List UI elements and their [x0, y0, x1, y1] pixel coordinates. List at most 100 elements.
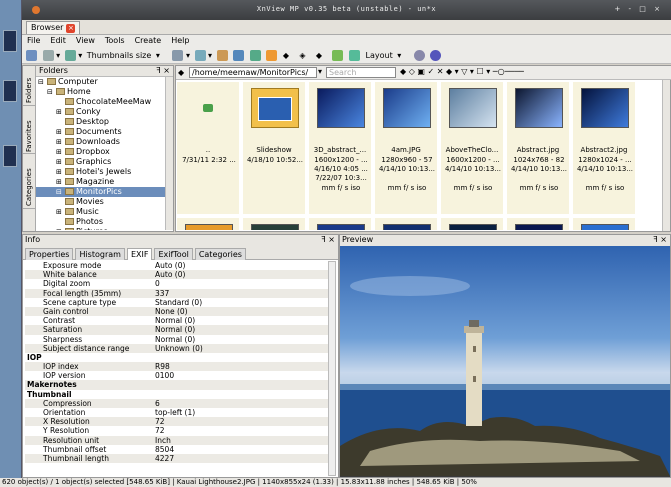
expander-icon[interactable]: ⊟ — [56, 187, 65, 197]
tag-button[interactable] — [216, 49, 229, 62]
tab-exiftool[interactable]: ExifTool — [154, 248, 193, 260]
expander-icon[interactable]: ⊞ — [56, 167, 65, 177]
side-tab-categories[interactable]: Categories — [23, 154, 36, 209]
exif-row[interactable]: Exposure mode Auto (0) — [25, 261, 330, 270]
menu-view[interactable]: View — [71, 35, 100, 45]
pane-close-icon[interactable]: ꟻ × — [653, 235, 667, 244]
preview-image[interactable] — [340, 246, 670, 476]
tree-item[interactable]: ⊞ Music — [36, 207, 165, 217]
layout-dropdown[interactable]: ▾ — [397, 49, 409, 62]
thumbnail-item[interactable]: AboveTheClo... 1600x1200 - ... 4/14/10 10:… — [440, 81, 504, 215]
nav-back-button[interactable]: ◆ — [283, 49, 295, 62]
expander-icon[interactable]: ⊟ — [47, 87, 56, 97]
expander-icon[interactable]: ⊞ — [56, 157, 65, 167]
exif-row[interactable]: Thumbnail length 4227 — [25, 453, 330, 464]
browser-toolbar-icons[interactable]: ◆ ◇ ▣ ✓ ✕ ◆ ▾ ▽ ▾ ☐ ▾ ─○──── — [400, 67, 524, 76]
exif-row[interactable]: Gain control None (0) — [25, 306, 330, 317]
thumbnail-item[interactable]: Slideshow 4/18/10 10:52... — [242, 81, 306, 215]
menu-create[interactable]: Create — [130, 35, 167, 45]
exif-row[interactable]: Y Resolution 72 — [25, 426, 330, 435]
settings-button[interactable] — [413, 49, 426, 62]
browser-scrollbar[interactable] — [662, 80, 670, 231]
exif-row[interactable]: Sharpness Normal (0) — [25, 335, 330, 344]
exif-scrollbar[interactable] — [328, 261, 336, 476]
edit-button[interactable] — [266, 49, 278, 62]
tree-item[interactable]: ⊟ Computer — [36, 77, 165, 87]
details-button[interactable]: ▾ — [194, 49, 212, 62]
exif-row[interactable]: White balance Auto (0) — [25, 270, 330, 280]
tree-item[interactable]: Photos — [36, 217, 165, 227]
menu-edit[interactable]: Edit — [45, 35, 71, 45]
refresh-button[interactable] — [332, 49, 344, 62]
tree-item[interactable]: ⊞ Pictures — [36, 227, 165, 230]
menu-file[interactable]: File — [22, 35, 45, 45]
expander-icon[interactable]: ⊞ — [56, 207, 65, 217]
window-controls[interactable]: + - □ × — [614, 5, 663, 13]
exif-row[interactable]: Orientation top-left (1) — [25, 408, 330, 417]
exif-row[interactable]: IOP index R98 — [25, 362, 330, 372]
side-tab-folders[interactable]: Folders — [23, 66, 36, 106]
thumbnail-item[interactable] — [374, 217, 438, 231]
thumbnail-item[interactable] — [506, 217, 570, 231]
expander-icon[interactable]: ⊞ — [56, 137, 65, 147]
exif-group[interactable]: Thumbnail — [25, 390, 330, 399]
menu-help[interactable]: Help — [166, 35, 194, 45]
tab-exif[interactable]: EXIF — [126, 248, 153, 260]
exif-row[interactable]: Focal length (35mm) 337 — [25, 288, 330, 298]
thumbnail-item[interactable]: Abstract2.jpg 1280x1024 - ... 4/14/10 10:1… — [572, 81, 636, 215]
thumbnail-item[interactable]: .. 7/31/11 2:32 ... — [176, 81, 240, 215]
side-tab-favorites[interactable]: Favorites — [23, 106, 36, 154]
filter-button[interactable]: ▾ — [64, 49, 82, 62]
expander-icon[interactable]: ⊞ — [56, 127, 65, 137]
tree-item[interactable]: ⊞ Graphics — [36, 157, 165, 167]
tab-properties[interactable]: Properties — [25, 248, 74, 260]
tab-categories[interactable]: Categories — [194, 248, 246, 260]
expander-icon[interactable]: ⊟ — [38, 77, 47, 87]
layout-button[interactable]: Layout — [366, 49, 393, 62]
tree-item[interactable]: ⊞ Hotei's Jewels — [36, 167, 165, 177]
exif-row[interactable]: Resolution unit Inch — [25, 435, 330, 445]
exif-row[interactable]: Contrast Normal (0) — [25, 316, 330, 325]
thumbnails-size-button[interactable]: Thumbnails size — [87, 49, 152, 62]
path-input[interactable]: /home/meemaw/MonitorPics/ — [189, 67, 317, 78]
sort-button[interactable]: ▾ — [172, 49, 190, 62]
about-button[interactable] — [430, 49, 442, 62]
fullscreen-button[interactable] — [26, 49, 38, 62]
tree-item[interactable]: ⊞ Conky — [36, 107, 165, 117]
expander-icon[interactable]: ⊞ — [56, 107, 65, 117]
exif-row[interactable]: X Resolution 72 — [25, 417, 330, 427]
exif-row[interactable]: Digital zoom 0 — [25, 279, 330, 288]
exif-row[interactable]: Saturation Normal (0) — [25, 325, 330, 335]
thumbnail-item[interactable]: 4am.JPG 1280x960 - 57 4/14/10 10:13... mm f… — [374, 81, 438, 215]
thumbnails-size-dropdown[interactable]: ▾ — [156, 49, 168, 62]
thumbnail-item[interactable] — [308, 217, 372, 231]
thumbnail-item[interactable] — [176, 217, 240, 231]
tree-item[interactable]: ⊟ Home — [36, 87, 165, 97]
exif-row[interactable]: Subject distance range Unknown (0) — [25, 343, 330, 353]
view-mode-button[interactable]: ▾ — [42, 49, 60, 62]
tree-item[interactable]: Desktop — [36, 117, 165, 127]
folder-tree-scrollbar[interactable] — [165, 77, 173, 230]
pane-close-icon[interactable]: ꟻ × — [321, 235, 335, 244]
exif-group[interactable]: Makernotes — [25, 380, 330, 390]
nav-forward-button[interactable]: ◈ — [299, 49, 311, 62]
exif-row[interactable]: Thumbnail offset 8504 — [25, 445, 330, 454]
thumbnail-item[interactable]: 3D_abstract_... 1600x1200 - ... 4/16/10 4:… — [308, 81, 372, 215]
exif-row[interactable]: Scene capture type Standard (0) — [25, 298, 330, 307]
tree-item[interactable]: ⊞ Magazine — [36, 177, 165, 187]
thumbnail-item[interactable]: Abstract.jpg 1024x768 - 82 4/14/10 10:13..… — [506, 81, 570, 215]
close-icon[interactable]: × — [66, 24, 76, 33]
thumbnail-item[interactable] — [572, 217, 636, 231]
tree-item[interactable]: ChocolateMeeMaw — [36, 97, 165, 107]
nav-up-button[interactable]: ◆ — [316, 49, 328, 62]
exif-row[interactable]: Compression 6 — [25, 398, 330, 408]
slideshow-button[interactable] — [233, 49, 245, 62]
stop-button[interactable] — [349, 49, 361, 62]
thumbnail-item[interactable] — [440, 217, 504, 231]
tab-histogram[interactable]: Histogram — [75, 248, 125, 260]
path-dropdown[interactable]: ▾ — [318, 67, 322, 76]
tree-item[interactable]: ⊟ MonitorPics — [36, 187, 165, 197]
tree-item[interactable]: Movies — [36, 197, 165, 207]
search-input[interactable]: Search — [326, 67, 396, 78]
exif-row[interactable]: IOP version 0100 — [25, 371, 330, 380]
